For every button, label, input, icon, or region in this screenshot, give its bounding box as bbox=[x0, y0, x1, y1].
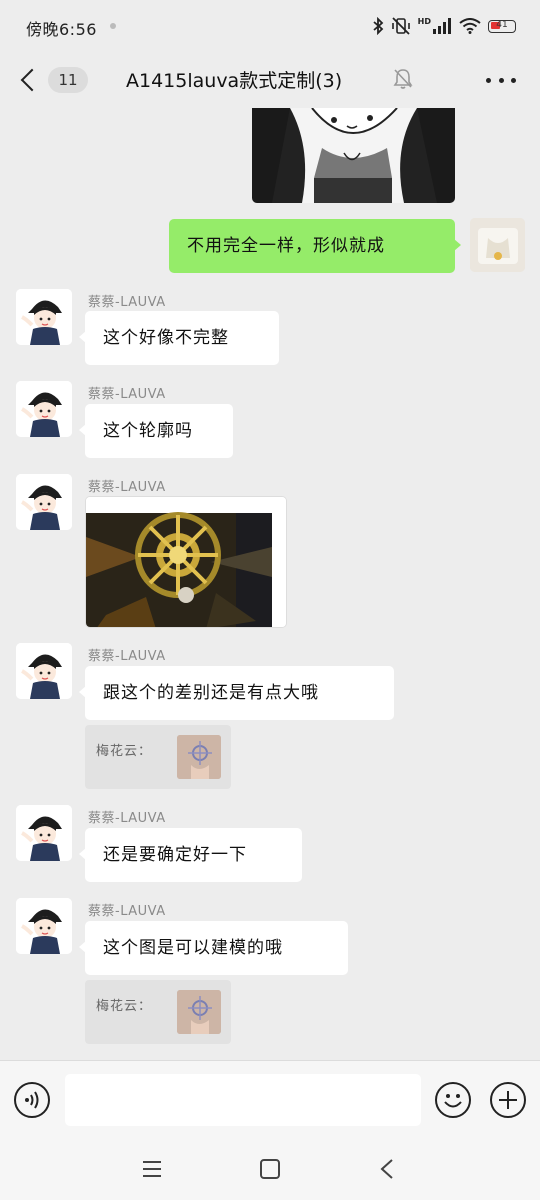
message-text-input[interactable] bbox=[65, 1074, 421, 1126]
cartoon-avatar-image bbox=[16, 289, 72, 345]
sender-name: 蔡蔡-LAUVA bbox=[88, 295, 166, 310]
status-time: 傍晚6:56 bbox=[26, 20, 97, 39]
sender-name: 蔡蔡-LAUVA bbox=[88, 811, 166, 826]
dot-icon bbox=[498, 77, 504, 83]
sender-avatar[interactable] bbox=[16, 474, 72, 530]
message-text: 这个轮廓吗 bbox=[103, 421, 193, 441]
sender-avatar[interactable] bbox=[16, 381, 72, 437]
sender-name: 蔡蔡-LAUVA bbox=[88, 387, 166, 402]
cartoon-avatar-image bbox=[16, 805, 72, 861]
message-text: 跟这个的差别还是有点大哦 bbox=[103, 683, 319, 703]
quote-thumbnail bbox=[177, 990, 221, 1034]
voice-icon bbox=[25, 1091, 39, 1109]
wifi-icon bbox=[459, 18, 481, 34]
back-icon[interactable] bbox=[378, 1158, 396, 1180]
chevron-left-icon bbox=[20, 68, 44, 92]
status-bar: 傍晚6:56 HD 41 bbox=[0, 0, 540, 52]
sender-name: 蔡蔡-LAUVA bbox=[88, 904, 166, 919]
message-bubble-received[interactable]: 这个好像不完整 bbox=[79, 311, 279, 365]
quoted-reply[interactable]: 梅花云： bbox=[85, 725, 231, 789]
quoted-reply[interactable]: 梅花云： bbox=[85, 980, 231, 1044]
message-text: 不用完全一样，形似就成 bbox=[187, 236, 385, 256]
more-options-button[interactable] bbox=[486, 66, 516, 94]
emoji-icon bbox=[444, 1094, 462, 1108]
voice-input-button[interactable] bbox=[14, 1082, 50, 1118]
image-message-sent[interactable] bbox=[252, 108, 455, 203]
sender-avatar[interactable] bbox=[16, 898, 72, 954]
message-text: 这个好像不完整 bbox=[103, 328, 229, 348]
sender-name: 蔡蔡-LAUVA bbox=[88, 649, 166, 664]
system-navigation-bar bbox=[0, 1138, 540, 1200]
emoji-button[interactable] bbox=[435, 1082, 471, 1118]
message-bubble-sent[interactable]: 不用完全一样，形似就成 bbox=[169, 219, 461, 273]
message-list[interactable]: 不用完全一样，形似就成 蔡蔡-LAUVA 这个好像不完整 蔡蔡-LAUVA 这个… bbox=[0, 108, 540, 1060]
menu-icon[interactable] bbox=[141, 1159, 163, 1179]
unread-count-badge: 11 bbox=[48, 67, 88, 93]
image-message-received[interactable] bbox=[85, 496, 287, 628]
vibrate-mute-icon bbox=[391, 17, 410, 35]
message-bubble-received[interactable]: 还是要确定好一下 bbox=[79, 828, 302, 882]
cartoon-avatar-image bbox=[16, 474, 72, 530]
battery-level-text: 41 bbox=[496, 19, 508, 30]
message-bubble-received[interactable]: 这个轮廓吗 bbox=[79, 404, 233, 458]
bluetooth-icon bbox=[373, 17, 383, 35]
cartoon-avatar-image bbox=[16, 381, 72, 437]
plus-icon bbox=[499, 1091, 517, 1109]
sender-avatar[interactable] bbox=[16, 289, 72, 345]
message-bubble-received[interactable]: 跟这个的差别还是有点大哦 bbox=[79, 666, 394, 720]
bell-muted-icon bbox=[393, 69, 413, 89]
cartoon-avatar-image bbox=[16, 898, 72, 954]
message-text: 这个图是可以建模的哦 bbox=[103, 938, 283, 958]
my-avatar[interactable] bbox=[470, 218, 525, 272]
cartoon-avatar-image bbox=[16, 643, 72, 699]
sender-avatar[interactable] bbox=[16, 643, 72, 699]
pendant-photo-image bbox=[177, 735, 221, 779]
sender-name: 蔡蔡-LAUVA bbox=[88, 480, 166, 495]
pendant-photo-image bbox=[177, 990, 221, 1034]
chat-header: 11 A1415lauva款式定制(3) bbox=[0, 52, 540, 108]
avatar-photo-image bbox=[470, 218, 525, 272]
signal-icon bbox=[433, 18, 451, 34]
message-input-bar bbox=[0, 1060, 540, 1138]
status-icons: HD 41 bbox=[372, 14, 516, 38]
dot-icon bbox=[486, 77, 491, 83]
network-type-label: HD bbox=[417, 17, 431, 26]
sender-avatar[interactable] bbox=[16, 805, 72, 861]
golden-sun-emblem-image bbox=[86, 497, 286, 627]
dot-icon bbox=[511, 77, 516, 83]
quote-author: 梅花云： bbox=[96, 744, 153, 759]
notification-dot bbox=[110, 23, 116, 29]
battery-icon: 41 bbox=[488, 19, 516, 33]
message-bubble-received[interactable]: 这个图是可以建模的哦 bbox=[79, 921, 348, 975]
quote-author: 梅花云： bbox=[96, 999, 153, 1014]
message-text: 还是要确定好一下 bbox=[103, 845, 247, 865]
cartoon-sketch-image bbox=[252, 108, 455, 203]
back-button[interactable]: 11 bbox=[14, 62, 90, 98]
home-icon[interactable] bbox=[259, 1158, 281, 1180]
more-actions-button[interactable] bbox=[490, 1082, 526, 1118]
quote-thumbnail bbox=[177, 735, 221, 779]
chat-title: A1415lauva款式定制(3) bbox=[126, 70, 343, 92]
